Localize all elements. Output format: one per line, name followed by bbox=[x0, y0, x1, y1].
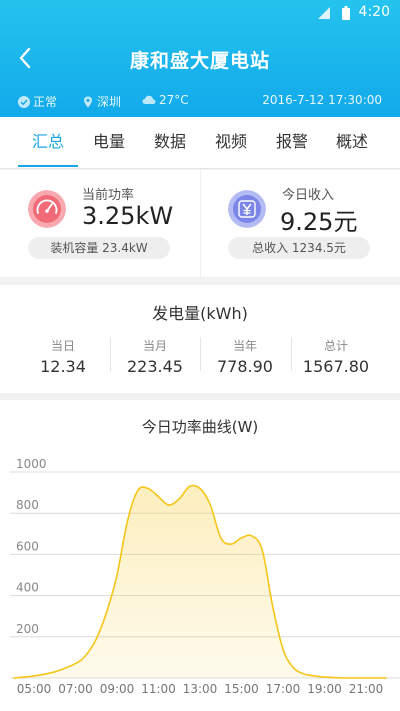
active-tab-indicator bbox=[18, 165, 78, 167]
generation-value: 1567.80 bbox=[302, 357, 370, 376]
status-indicator: 正常 bbox=[18, 93, 57, 110]
generation-value: 12.34 bbox=[40, 357, 86, 376]
generation-daily: 当日 12.34 bbox=[18, 337, 108, 376]
location-indicator: 深圳 bbox=[82, 93, 121, 110]
header: 4:20 康和盛大厦电站 正常 深圳 27°C 2016-7-12 17:30:… bbox=[0, 0, 400, 117]
location-pin-icon bbox=[84, 96, 92, 107]
tab-data[interactable]: 数据 bbox=[140, 117, 200, 169]
tab-overview[interactable]: 概述 bbox=[322, 117, 382, 169]
x-tick-label: 05:00 bbox=[17, 682, 52, 696]
income-value: 9.25元 bbox=[280, 208, 358, 236]
station-info-row: 正常 深圳 27°C 2016-7-12 17:30:00 bbox=[16, 93, 384, 111]
capacity-badge: 装机容量 23.4kW bbox=[28, 237, 170, 259]
battery-icon bbox=[342, 6, 350, 20]
page-title: 康和盛大厦电站 bbox=[129, 50, 270, 72]
gauge-icon bbox=[28, 190, 66, 228]
generation-value: 778.90 bbox=[217, 357, 273, 376]
generation-monthly: 当月 223.45 bbox=[110, 337, 200, 376]
app-screen: 4:20 康和盛大厦电站 正常 深圳 27°C 2016-7-12 17:30:… bbox=[0, 0, 400, 711]
generation-total: 总计 1567.80 bbox=[291, 337, 381, 376]
generation-label: 当年 bbox=[232, 339, 257, 353]
status-text: 正常 bbox=[33, 95, 58, 109]
generation-panel: 发电量(kWh) 当日 12.34 当月 223.45 当年 778.90 总计… bbox=[0, 285, 400, 393]
power-area-fill bbox=[13, 485, 387, 678]
x-tick-label: 09:00 bbox=[100, 682, 135, 696]
tab-summary[interactable]: 汇总 bbox=[18, 117, 78, 169]
weather-indicator: 27°C bbox=[142, 93, 189, 107]
x-tick-label: 07:00 bbox=[58, 682, 93, 696]
signal-icon bbox=[318, 7, 330, 19]
x-tick-label: 17:00 bbox=[266, 682, 301, 696]
yen-icon bbox=[228, 190, 266, 228]
x-tick-label: 21:00 bbox=[349, 682, 384, 696]
x-tick-label: 15:00 bbox=[224, 682, 259, 696]
y-tick-label: 200 bbox=[16, 622, 39, 636]
generation-label: 当月 bbox=[142, 339, 167, 353]
stats-panel: 当前功率 3.25kW 装机容量 23.4kW 今日收入 9.25元 总收入 1… bbox=[0, 170, 400, 277]
y-tick-label: 800 bbox=[16, 498, 39, 512]
tab-electricity[interactable]: 电量 bbox=[79, 117, 139, 169]
location-text: 深圳 bbox=[97, 95, 122, 109]
y-tick-label: 1000 bbox=[16, 457, 47, 471]
income-label: 今日收入 bbox=[282, 188, 335, 203]
status-bar: 4:20 bbox=[0, 0, 400, 26]
tab-video[interactable]: 视频 bbox=[201, 117, 261, 169]
generation-label: 总计 bbox=[323, 339, 348, 353]
generation-label: 当日 bbox=[50, 339, 75, 353]
x-tick-label: 19:00 bbox=[307, 682, 342, 696]
generation-title: 发电量(kWh) bbox=[152, 304, 248, 323]
temperature-text: 27°C bbox=[159, 93, 189, 107]
stats-divider bbox=[200, 170, 201, 277]
power-label: 当前功率 bbox=[82, 188, 135, 203]
datetime-text: 2016-7-12 17:30:00 bbox=[262, 93, 382, 107]
cloud-icon bbox=[142, 95, 156, 104]
total-income-badge: 总收入 1234.5元 bbox=[228, 237, 370, 259]
check-circle-icon bbox=[18, 95, 30, 108]
x-tick-label: 11:00 bbox=[141, 682, 176, 696]
y-tick-label: 600 bbox=[16, 539, 39, 553]
y-tick-label: 400 bbox=[16, 581, 39, 595]
status-time: 4:20 bbox=[358, 4, 390, 20]
generation-yearly: 当年 778.90 bbox=[200, 337, 290, 376]
tab-alarm[interactable]: 报警 bbox=[262, 117, 322, 169]
power-value: 3.25kW bbox=[82, 202, 174, 230]
power-curve-chart: 200 400 600 800 1000 05:00 07:00 09:00 11:00 13:0… bbox=[10, 457, 400, 696]
x-tick-label: 13:00 bbox=[183, 682, 218, 696]
power-curve-card: 今日功率曲线(W) 200 400 600 800 1000 05:00 07:00 09:0… bbox=[0, 400, 400, 711]
generation-value: 223.45 bbox=[127, 357, 183, 376]
tab-bar: 汇总 电量 数据 视频 报警 概述 bbox=[0, 117, 400, 169]
